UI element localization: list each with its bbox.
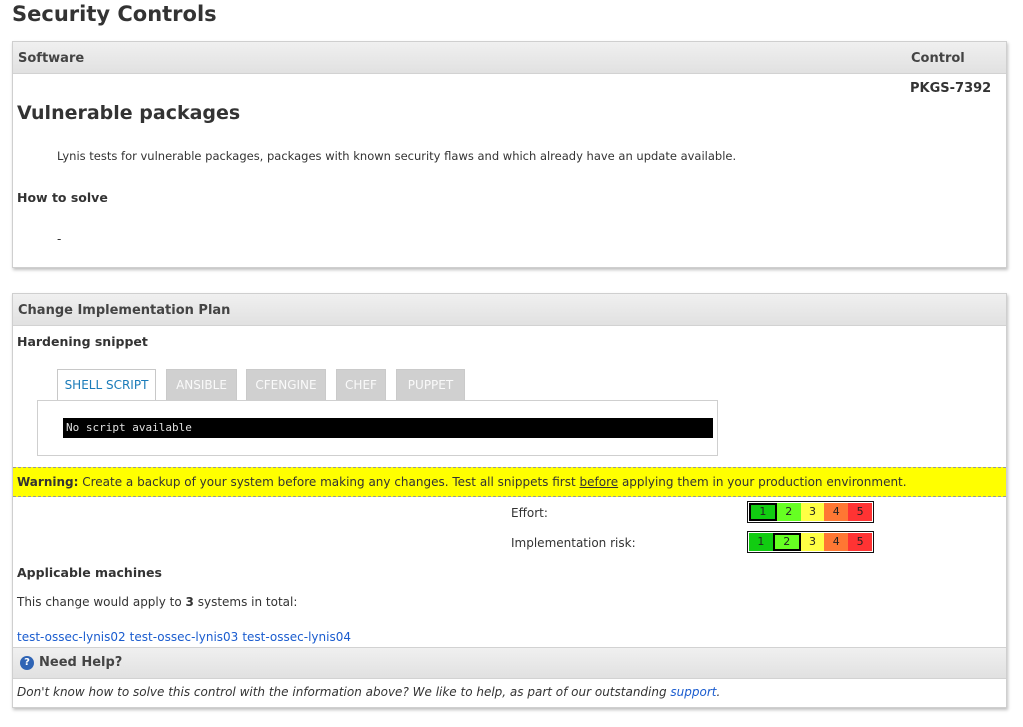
tab-chef[interactable]: CHEF [336,369,386,400]
help-text: Don't know how to solve this control wit… [17,685,720,699]
warning-banner: Warning: Create a backup of your system … [13,467,1006,497]
control-table-header: Software Control [13,42,1006,74]
effort-scale: 1 2 3 4 5 [747,501,874,523]
machine-link[interactable]: test-ossec-lynis03 [130,630,239,644]
effort-level-3: 3 [800,503,825,521]
risk-scale: 1 2 3 4 5 [747,531,874,553]
warning-text: Create a backup of your system before ma… [78,475,580,489]
column-header-software: Software [18,51,85,66]
help-header: ? Need Help? [13,647,1006,679]
help-text-end: . [716,685,721,699]
implementation-plan-panel: Change Implementation Plan Hardening sni… [12,293,1007,708]
implementation-risk-label: Implementation risk: [511,536,636,550]
effort-level-1: 1 [749,503,777,521]
risk-level-3: 3 [800,533,825,551]
tab-shell-script[interactable]: SHELL SCRIPT [57,369,156,401]
machine-list: test-ossec-lynis02 test-ossec-lynis03 test… [17,630,355,644]
apply-summary-suffix: systems in total: [193,595,298,609]
apply-summary: This change would apply to 3 systems in … [17,595,297,609]
control-id: PKGS-7392 [910,81,992,96]
how-to-solve-value: - [57,232,62,246]
risk-level-1: 1 [749,533,773,551]
help-title: Need Help? [39,655,123,670]
tab-ansible[interactable]: ANSIBLE [166,369,237,400]
effort-level-5: 5 [848,503,872,521]
risk-level-5: 5 [848,533,872,551]
warning-label: Warning: [17,475,79,489]
code-snippet[interactable]: No script available [63,418,713,438]
support-link[interactable]: support [670,685,716,699]
column-header-control: Control [911,51,965,66]
how-to-solve-heading: How to solve [17,190,108,205]
apply-summary-prefix: This change would apply to [17,595,186,609]
effort-level-2: 2 [776,503,801,521]
tab-cfengine[interactable]: CFENGINE [246,369,326,400]
snippet-panel: No script available [37,400,718,456]
applicable-machines-heading: Applicable machines [17,565,162,580]
warning-text-end: applying them in your production environ… [618,475,907,489]
risk-level-4: 4 [824,533,849,551]
control-details-panel: Software Control PKGS-7392 Vulnerable pa… [12,41,1007,268]
implementation-plan-header: Change Implementation Plan [13,294,1006,326]
effort-label: Effort: [511,506,548,520]
implementation-plan-title: Change Implementation Plan [18,303,231,318]
control-description: Lynis tests for vulnerable packages, pac… [57,149,737,163]
warning-emphasis: before [579,475,619,489]
hardening-snippet-heading: Hardening snippet [17,334,148,349]
risk-level-2: 2 [772,533,801,551]
question-icon: ? [20,656,34,670]
tab-puppet[interactable]: PUPPET [396,369,465,400]
help-text-body: Don't know how to solve this control wit… [17,685,671,699]
page-title: Security Controls [12,2,217,26]
effort-level-4: 4 [824,503,849,521]
machine-link[interactable]: test-ossec-lynis02 [17,630,126,644]
control-title: Vulnerable packages [17,102,241,124]
system-count: 3 [185,595,194,609]
machine-link[interactable]: test-ossec-lynis04 [242,630,351,644]
